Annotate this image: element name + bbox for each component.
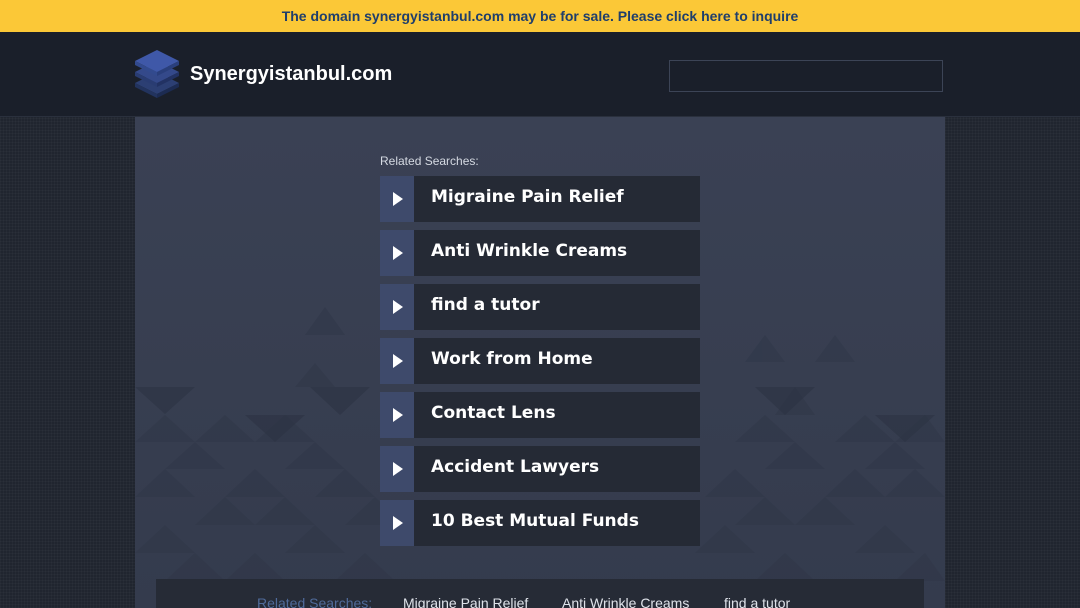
related-link-label: Accident Lawyers [431, 457, 600, 477]
related-link-label: 10 Best Mutual Funds [431, 511, 639, 531]
site-title[interactable]: Synergyistanbul.com [190, 62, 392, 86]
footer-link-anti-wrinkle-creams[interactable]: Anti Wrinkle Creams [562, 595, 689, 608]
related-link-contact-lens[interactable]: Contact Lens [380, 392, 700, 438]
related-link-find-a-tutor[interactable]: find a tutor [380, 284, 700, 330]
footer-related-bar: Related Searches: Migraine Pain Relief A… [156, 579, 924, 608]
play-arrow-icon [380, 230, 414, 276]
related-links-list: Migraine Pain Relief Anti Wrinkle Creams… [380, 176, 700, 554]
play-arrow-icon [380, 284, 414, 330]
related-link-label: Anti Wrinkle Creams [431, 241, 628, 261]
sale-banner[interactable]: The domain synergyistanbul.com may be fo… [0, 0, 1080, 32]
search-input[interactable] [669, 60, 943, 92]
related-link-label: find a tutor [431, 295, 540, 315]
related-link-label: Work from Home [431, 349, 593, 369]
related-link-label: Contact Lens [431, 403, 556, 423]
footer-link-find-a-tutor[interactable]: find a tutor [724, 595, 790, 608]
footer-related-label: Related Searches: [257, 595, 373, 608]
play-arrow-icon [380, 392, 414, 438]
related-link-10-best-mutual-funds[interactable]: 10 Best Mutual Funds [380, 500, 700, 546]
footer-link-migraine-pain-relief[interactable]: Migraine Pain Relief [403, 595, 528, 608]
play-arrow-icon [380, 446, 414, 492]
related-link-migraine-pain-relief[interactable]: Migraine Pain Relief [380, 176, 700, 222]
related-searches-label: Related Searches: [380, 154, 479, 168]
stacked-layers-icon [135, 50, 179, 98]
related-link-anti-wrinkle-creams[interactable]: Anti Wrinkle Creams [380, 230, 700, 276]
header: Synergyistanbul.com [0, 32, 1080, 117]
play-arrow-icon [380, 338, 414, 384]
play-arrow-icon [380, 500, 414, 546]
related-link-label: Migraine Pain Relief [431, 187, 624, 207]
related-link-work-from-home[interactable]: Work from Home [380, 338, 700, 384]
play-arrow-icon [380, 176, 414, 222]
related-link-accident-lawyers[interactable]: Accident Lawyers [380, 446, 700, 492]
main-panel: Related Searches: Migraine Pain Relief A… [135, 117, 945, 608]
